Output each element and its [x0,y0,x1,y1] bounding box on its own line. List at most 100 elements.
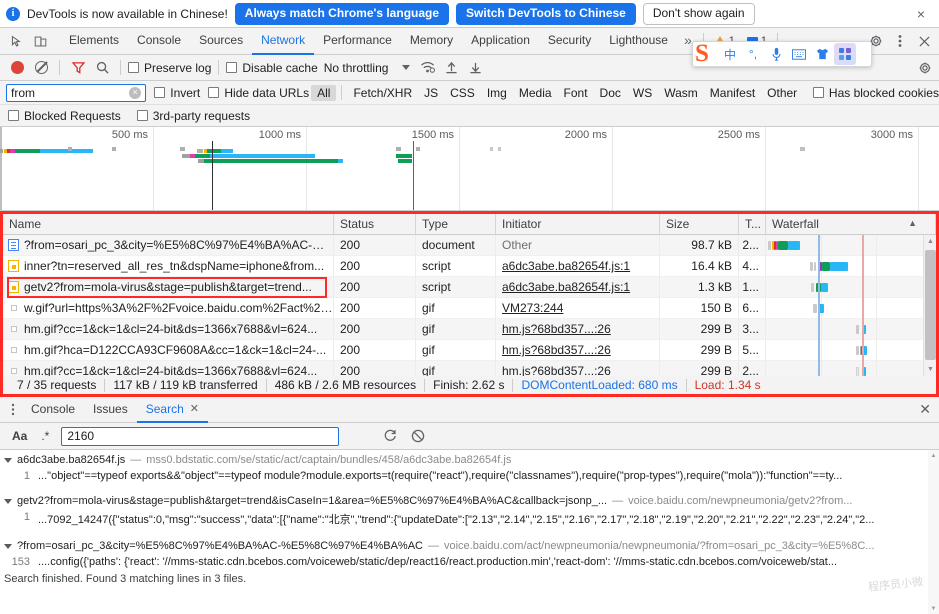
cell-initiator[interactable]: VM273:244 [496,297,660,319]
drawer-tab-issues[interactable]: Issues [84,397,137,423]
column-header-waterfall[interactable]: Waterfall ▲ [766,214,936,234]
device-toolbar-icon[interactable] [28,29,52,53]
ime-keyboard-icon[interactable] [788,43,810,65]
tab-security[interactable]: Security [539,28,600,55]
dont-show-again-button[interactable]: Don't show again [642,2,755,25]
cell-initiator[interactable]: a6dc3abe.ba82654f.js:1 [496,276,660,298]
table-row[interactable]: w.gif?url=https%3A%2F%2Fvoice.baidu.com%… [3,297,936,319]
scroll-up-arrow-icon[interactable]: ▲ [924,235,936,248]
tab-elements[interactable]: Elements [60,28,128,55]
drawer-more-icon[interactable] [4,403,22,416]
cell-name[interactable]: ?from=osari_pc_3&city=%E5%8C%97%E4%BA%AC… [3,235,334,256]
initiator-link[interactable]: hm.js?68bd357...:26 [502,343,611,357]
column-header-time[interactable]: T... [739,214,766,234]
network-conditions-icon[interactable] [416,57,438,79]
has-blocked-cookies-checkbox[interactable]: Has blocked cookies [812,86,939,100]
refresh-icon[interactable] [379,425,401,447]
filter-type-manifest[interactable]: Manifest [704,85,761,101]
ime-apps-icon[interactable] [834,43,856,65]
results-scrollbar[interactable]: ▲ ▼ [928,450,939,614]
filter-type-ws[interactable]: WS [627,85,658,101]
search-icon[interactable] [91,57,113,79]
filter-input[interactable]: from × [6,83,147,102]
network-overview-timeline[interactable]: 500 ms 1000 ms 1500 ms 2000 ms 2500 ms 3… [0,127,939,211]
filter-type-css[interactable]: CSS [444,85,481,101]
filter-type-doc[interactable]: Doc [594,85,627,101]
tab-network[interactable]: Network [252,28,315,55]
filter-type-js[interactable]: JS [418,85,444,101]
cell-name[interactable]: hm.gif?cc=1&ck=1&cl=24-bit&ds=1366x7688&… [3,360,334,376]
tab-console[interactable]: Console [128,28,190,55]
cell-initiator[interactable]: hm.js?68bd357...:26 [496,318,660,340]
cell-name[interactable]: w.gif?url=https%3A%2F%2Fvoice.baidu.com%… [3,297,334,319]
cell-name[interactable]: inner?tn=reserved_all_res_tn&dspName=iph… [3,255,334,277]
cell-name[interactable]: getv2?from=mola-virus&stage=publish&targ… [3,276,334,298]
cell-initiator[interactable]: hm.js?68bd357...:26 [496,339,660,361]
close-tab-icon[interactable]: ✕ [190,402,199,415]
banner-close-icon[interactable]: × [913,6,929,22]
scroll-down-arrow-icon[interactable]: ▼ [924,363,936,376]
import-har-icon[interactable] [440,57,462,79]
filter-type-other[interactable]: Other [761,85,803,101]
column-header-size[interactable]: Size [660,214,739,234]
sogou-logo-icon[interactable]: S [686,38,718,68]
initiator-link[interactable]: hm.js?68bd357...:26 [502,364,611,376]
initiator-link[interactable]: a6dc3abe.ba82654f.js:1 [502,259,630,273]
tab-lighthouse[interactable]: Lighthouse [600,28,677,55]
tab-memory[interactable]: Memory [401,28,462,55]
cell-initiator[interactable]: a6dc3abe.ba82654f.js:1 [496,255,660,277]
ime-punctuation-icon[interactable]: °, [742,43,764,65]
record-button[interactable] [6,57,28,79]
initiator-link[interactable]: VM273:244 [502,301,563,315]
throttling-select[interactable]: No throttling [320,61,415,75]
ime-microphone-icon[interactable] [765,43,787,65]
cell-name[interactable]: hm.gif?cc=1&ck=1&cl=24-bit&ds=1366x7688&… [3,318,334,340]
tab-performance[interactable]: Performance [314,28,401,55]
column-header-type[interactable]: Type [416,214,496,234]
expand-triangle-icon[interactable] [4,543,12,549]
search-result-line[interactable]: 1 ..."object"==typeof exports&&"object"=… [0,468,939,484]
clear-button[interactable] [30,57,52,79]
filter-type-img[interactable]: Img [481,85,513,101]
tab-sources[interactable]: Sources [190,28,252,55]
invert-checkbox[interactable]: Invert [154,86,200,100]
table-row[interactable]: inner?tn=reserved_all_res_tn&dspName=iph… [3,255,936,277]
tab-application[interactable]: Application [462,28,539,55]
export-har-icon[interactable] [464,57,486,79]
table-row[interactable]: ?from=osari_pc_3&city=%E5%8C%97%E4%BA%AC… [3,235,936,256]
sogou-ime-toolbar[interactable]: S 中 °, [692,41,872,67]
more-options-icon[interactable] [888,29,912,53]
scrollbar-thumb[interactable] [925,250,936,360]
search-result-file-header[interactable]: a6dc3abe.ba82654f.js — mss0.bdstatic.com… [0,452,939,468]
cell-name[interactable]: hm.gif?hca=D122CCA93CF9608A&cc=1&ck=1&cl… [3,339,334,361]
regex-toggle[interactable]: .* [37,428,53,444]
inspect-element-icon[interactable] [4,29,28,53]
network-settings-gear-icon[interactable] [917,57,939,79]
table-row[interactable]: hm.gif?cc=1&ck=1&cl=24-bit&ds=1366x7688&… [3,318,936,340]
ime-skin-icon[interactable] [811,43,833,65]
filter-type-all[interactable]: All [311,84,337,101]
search-input[interactable]: 2160 [61,426,340,446]
results-scroll-down-icon[interactable]: ▼ [928,603,939,614]
clear-search-icon[interactable] [407,425,429,447]
table-body[interactable]: ?from=osari_pc_3&city=%E5%8C%97%E4%BA%AC… [3,235,936,376]
expand-triangle-icon[interactable] [4,498,12,504]
filter-type-media[interactable]: Media [513,85,558,101]
third-party-requests-checkbox[interactable]: 3rd-party requests [136,109,250,123]
table-scrollbar[interactable]: ▲ ▼ [923,235,936,376]
initiator-link[interactable]: a6dc3abe.ba82654f.js:1 [502,280,630,294]
search-results-panel[interactable]: a6dc3abe.ba82654f.js — mss0.bdstatic.com… [0,450,939,614]
always-match-chrome-language-button[interactable]: Always match Chrome's language [234,2,450,25]
expand-triangle-icon[interactable] [4,457,12,463]
close-devtools-icon[interactable] [912,29,936,53]
blocked-requests-checkbox[interactable]: Blocked Requests [8,109,121,123]
disable-cache-checkbox[interactable]: Disable cache [226,61,318,75]
close-drawer-icon[interactable]: ✕ [919,401,931,418]
column-header-initiator[interactable]: Initiator [496,214,660,234]
search-result-file-header[interactable]: ?from=osari_pc_3&city=%E5%8C%97%E4%BA%AC… [0,538,939,554]
search-result-line[interactable]: 153 ....config({'paths': {'react': '//mm… [0,554,939,570]
filter-icon[interactable] [67,57,89,79]
hide-data-urls-checkbox[interactable]: Hide data URLs [208,86,309,100]
column-header-name[interactable]: Name [3,214,334,234]
drawer-tab-search[interactable]: Search ✕ [136,397,208,423]
